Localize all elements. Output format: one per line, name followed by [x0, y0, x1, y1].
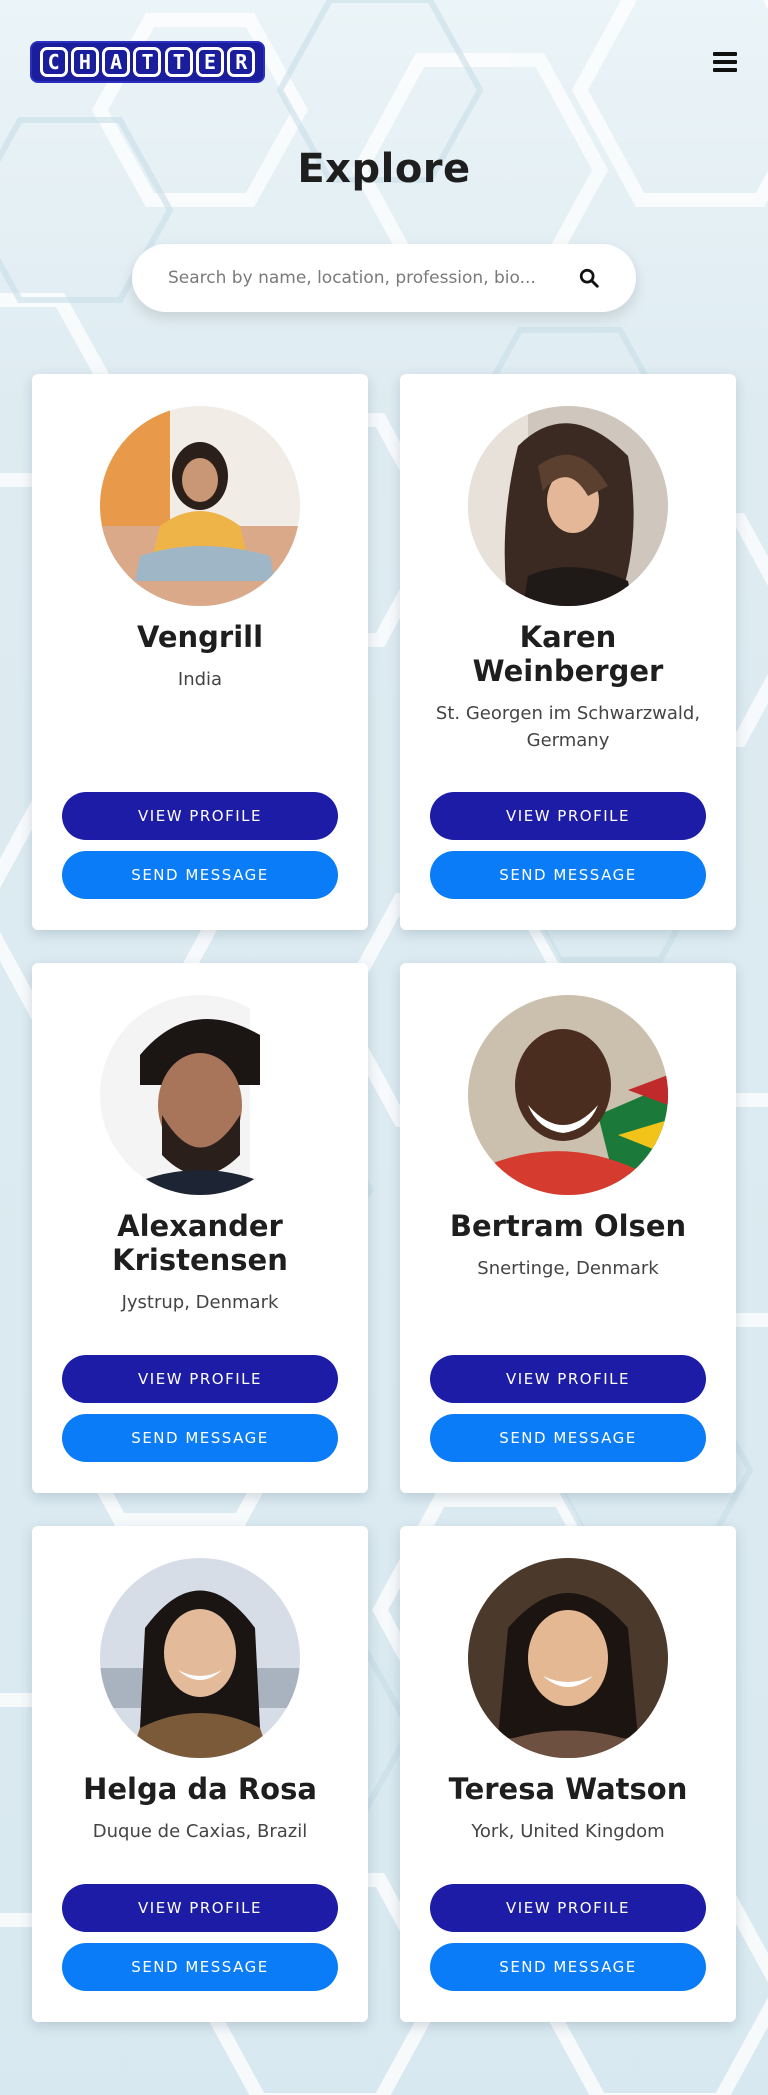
search-icon[interactable]: [578, 267, 600, 289]
profile-name: Helga da Rosa: [42, 1772, 358, 1806]
profile-name: Teresa Watson: [410, 1772, 726, 1806]
profile-card: Helga da Rosa Duque de Caxias, Brazil VI…: [32, 1526, 368, 2022]
send-message-button[interactable]: SEND MESSAGE: [62, 1414, 338, 1462]
logo-letter: R: [227, 47, 256, 77]
profile-location: York, United Kingdom: [420, 1818, 716, 1845]
logo-letter: H: [70, 47, 99, 77]
profile-card: Vengrill India VIEW PROFILE SEND MESSAGE: [32, 374, 368, 930]
menu-bar: [713, 52, 737, 56]
header: C H A T T E R: [0, 0, 768, 124]
profile-location-line: Jystrup, Denmark: [121, 1292, 279, 1313]
logo-letter: A: [102, 47, 131, 77]
avatar[interactable]: [100, 1558, 300, 1758]
profile-name: Alexander Kristensen: [42, 1209, 358, 1277]
profile-name-line: Vengrill: [136, 620, 264, 654]
profile-location: St. Georgen im Schwarzwald, Germany: [420, 700, 716, 754]
profile-location: Jystrup, Denmark: [52, 1289, 348, 1316]
view-profile-button[interactable]: VIEW PROFILE: [62, 792, 338, 840]
profile-location-line: Duque de Caxias, Brazil: [92, 1821, 308, 1842]
profile-location-line: India: [177, 669, 223, 690]
view-profile-button[interactable]: VIEW PROFILE: [62, 1355, 338, 1403]
profile-name: Bertram Olsen: [410, 1209, 726, 1243]
view-profile-button[interactable]: VIEW PROFILE: [430, 1355, 706, 1403]
profile-name-line: Helga da Rosa: [83, 1772, 317, 1806]
profile-card: Teresa Watson York, United Kingdom VIEW …: [400, 1526, 736, 2022]
profile-name-line: Bertram Olsen: [449, 1209, 687, 1243]
profile-card: Bertram Olsen Snertinge, Denmark VIEW PR…: [400, 963, 736, 1493]
logo-letter: C: [39, 47, 68, 77]
profile-location-line: St. Georgen im Schwarzwald,: [435, 703, 701, 724]
send-message-button[interactable]: SEND MESSAGE: [430, 851, 706, 899]
send-message-button[interactable]: SEND MESSAGE: [62, 851, 338, 899]
profile-name-line: Teresa Watson: [448, 1772, 688, 1806]
menu-bar: [713, 68, 737, 72]
profile-location: Snertinge, Denmark: [420, 1255, 716, 1282]
view-profile-button[interactable]: VIEW PROFILE: [62, 1884, 338, 1932]
search-bar: [132, 244, 636, 312]
search-input[interactable]: [168, 268, 566, 288]
profile-location-line: York, United Kingdom: [471, 1821, 665, 1842]
profile-card: Karen Weinberger St. Georgen im Schwarzw…: [400, 374, 736, 930]
profile-name: Karen Weinberger: [410, 620, 726, 688]
page-title: Explore: [297, 146, 471, 192]
profile-location-line: Germany: [526, 730, 610, 751]
menu-bar: [713, 60, 737, 64]
logo-letter: E: [196, 47, 225, 77]
profile-name-line: Alexander: [117, 1209, 283, 1243]
profile-location: India: [52, 666, 348, 693]
send-message-button[interactable]: SEND MESSAGE: [430, 1414, 706, 1462]
chatter-logo[interactable]: C H A T T E R: [30, 41, 265, 83]
send-message-button[interactable]: SEND MESSAGE: [62, 1943, 338, 1991]
profile-location: Duque de Caxias, Brazil: [52, 1818, 348, 1845]
view-profile-button[interactable]: VIEW PROFILE: [430, 1884, 706, 1932]
avatar[interactable]: [468, 406, 668, 606]
profile-location-line: Snertinge, Denmark: [477, 1258, 659, 1279]
profile-name-line: Weinberger: [472, 654, 664, 688]
profile-name-line: Karen: [519, 620, 617, 654]
logo-letter: T: [133, 47, 162, 77]
avatar[interactable]: [100, 995, 300, 1195]
profile-name-line: Kristensen: [112, 1243, 288, 1277]
avatar[interactable]: [468, 995, 668, 1195]
avatar[interactable]: [468, 1558, 668, 1758]
profile-name: Vengrill: [42, 620, 358, 654]
send-message-button[interactable]: SEND MESSAGE: [430, 1943, 706, 1991]
avatar[interactable]: [100, 406, 300, 606]
logo-letter: T: [164, 47, 193, 77]
profile-card: Alexander Kristensen Jystrup, Denmark VI…: [32, 963, 368, 1493]
view-profile-button[interactable]: VIEW PROFILE: [430, 792, 706, 840]
hamburger-menu-icon[interactable]: [713, 52, 737, 72]
